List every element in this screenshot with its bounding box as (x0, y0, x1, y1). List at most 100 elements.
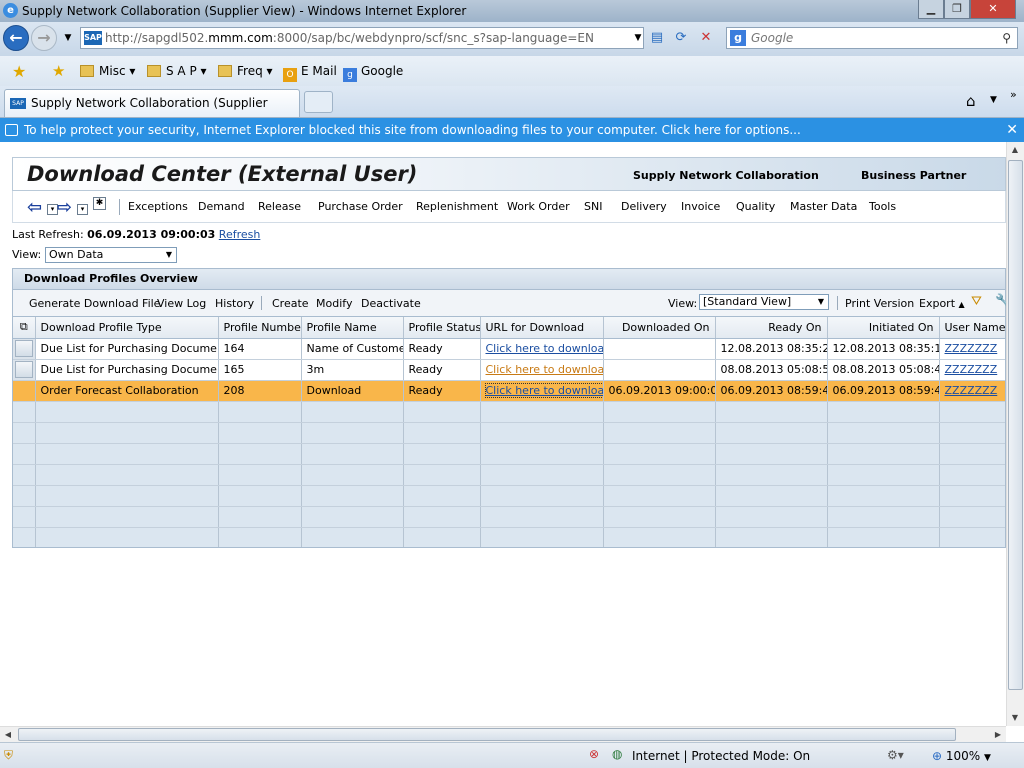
scroll-up-icon[interactable]: ▲ (1007, 142, 1023, 158)
security-shield-icon[interactable]: ⛨ (4, 748, 13, 763)
column-header[interactable]: User Name (939, 317, 1005, 339)
column-header[interactable]: Downloaded On (603, 317, 716, 339)
table-row[interactable]: Due List for Purchasing Documents 165 3m… (13, 359, 1005, 381)
modify-button[interactable]: Modify (316, 297, 352, 310)
column-header[interactable]: Initiated On (827, 317, 940, 339)
horizontal-scrollbar[interactable]: ◀ ▶ (0, 726, 1006, 742)
menu-invoice[interactable]: Invoice (681, 200, 720, 213)
select-all-icon[interactable]: ⧉ (13, 317, 36, 339)
scroll-left-icon[interactable]: ◀ (0, 727, 16, 743)
triangle-up-icon: ▲ (958, 300, 965, 309)
deactivate-button[interactable]: Deactivate (361, 297, 421, 310)
zoom-level[interactable]: ⊕ 100% ▼ (932, 749, 991, 763)
back-button[interactable]: ← (3, 25, 29, 51)
header-link-snc[interactable]: Supply Network Collaboration (633, 169, 819, 182)
empty-row (13, 422, 1005, 444)
more-tools-chevron-icon[interactable]: » (1010, 88, 1017, 101)
security-zone-text[interactable]: Internet | Protected Mode: On (632, 749, 810, 763)
minimize-button[interactable]: ▁ (918, 0, 944, 19)
address-dropdown[interactable]: ▼ (628, 29, 648, 47)
menu-master-data[interactable]: Master Data (790, 200, 857, 213)
view-select[interactable]: Own Data ▼ (45, 247, 177, 263)
export-button[interactable]: Export ▲ (919, 297, 965, 310)
favorite-folder-sap[interactable]: S A P ▾ (147, 64, 207, 78)
column-header[interactable]: Profile Number (218, 317, 302, 339)
new-tab-button[interactable] (304, 91, 333, 113)
header-link-business-partner[interactable]: Business Partner (861, 169, 966, 182)
table-row[interactable]: Due List for Purchasing Documents 164 Na… (13, 338, 1005, 360)
page-tools-icon[interactable]: ⚙▾ (887, 748, 904, 762)
scroll-right-icon[interactable]: ▶ (990, 727, 1006, 743)
download-link[interactable]: Click here to download (486, 342, 603, 355)
column-header[interactable]: Profile Name (301, 317, 404, 339)
search-icon[interactable]: ⚲ (1002, 28, 1011, 48)
favorites-add-icon[interactable]: ✱ (93, 197, 106, 210)
globe-icon: ◍ (612, 747, 623, 761)
menu-delivery[interactable]: Delivery (621, 200, 667, 213)
add-favorite-icon[interactable]: ★ (52, 62, 65, 80)
view-select-value: Own Data (49, 248, 104, 261)
empty-row (13, 506, 1005, 528)
favorites-star-icon[interactable]: ★ (12, 62, 26, 81)
menu-work-order[interactable]: Work Order (507, 200, 570, 213)
refresh-link[interactable]: Refresh (219, 228, 261, 241)
recent-pages-dropdown[interactable]: ▼ (58, 29, 78, 47)
stop-icon[interactable]: ✕ (696, 29, 716, 47)
column-header[interactable]: Ready On (715, 317, 828, 339)
nav-forward-arrow-icon[interactable]: ⇨ (57, 197, 72, 218)
user-link[interactable]: ZZZZZZZ (945, 363, 998, 376)
browser-tab-active[interactable]: SAP Supply Network Collaboration (Suppli… (4, 89, 300, 136)
home-icon[interactable]: ⌂ (966, 92, 976, 110)
close-window-button[interactable]: ✕ (970, 0, 1016, 19)
menu-demand[interactable]: Demand (198, 200, 245, 213)
vertical-scroll-thumb[interactable] (1008, 160, 1023, 690)
menu-replenishment[interactable]: Replenishment (416, 200, 498, 213)
menu-sni[interactable]: SNI (584, 200, 602, 213)
print-version-button[interactable]: Print Version (845, 297, 914, 310)
menu-tools[interactable]: Tools (869, 200, 896, 213)
column-header[interactable]: URL for Download (480, 317, 604, 339)
history-button[interactable]: History (215, 297, 254, 310)
column-header[interactable]: Profile Status (403, 317, 481, 339)
download-link[interactable]: Click here to download (486, 363, 603, 376)
blocked-download-icon[interactable]: ⊗ (589, 747, 599, 761)
user-link[interactable]: ZZZZZZZ (945, 384, 998, 397)
maximize-button[interactable]: ❐ (944, 0, 970, 19)
horizontal-scroll-thumb[interactable] (18, 728, 956, 741)
cell-ready-on: 06.09.2013 08:59:41 (715, 380, 828, 402)
row-selector[interactable] (13, 380, 36, 402)
security-info-bar[interactable]: To help protect your security, Internet … (0, 118, 1024, 142)
menu-exceptions[interactable]: Exceptions (128, 200, 188, 213)
user-link[interactable]: ZZZZZZZ (945, 342, 998, 355)
nav-back-arrow-icon[interactable]: ⇦ (27, 197, 42, 218)
search-input[interactable]: g Google ⚲ (726, 27, 1018, 49)
menu-release[interactable]: Release (258, 200, 301, 213)
row-selector[interactable] (13, 359, 36, 381)
scroll-down-icon[interactable]: ▼ (1007, 710, 1023, 726)
chevron-down-icon: ▼ (165, 250, 173, 259)
vertical-scrollbar[interactable]: ▲ ▼ (1006, 142, 1024, 726)
download-link[interactable]: Click here to download (484, 383, 602, 398)
refresh-icon[interactable]: ⟳ (671, 29, 691, 47)
filter-icon[interactable]: ⛛ (971, 294, 982, 309)
row-selector[interactable] (13, 338, 36, 360)
home-dropdown[interactable]: ▼ (990, 95, 997, 105)
history-forward-icon[interactable]: ▾ (77, 204, 88, 215)
column-header[interactable]: Download Profile Type (35, 317, 219, 339)
favorite-google[interactable]: g Google (343, 64, 403, 82)
generate-download-file-button[interactable]: Generate Download File (29, 297, 160, 310)
favorite-folder-misc[interactable]: Misc ▾ (80, 64, 135, 78)
address-bar[interactable]: SAP http://sapgdl502.mmm.com:8000/sap/bc… (80, 27, 644, 49)
menu-purchase-order[interactable]: Purchase Order (318, 200, 403, 213)
menu-quality[interactable]: Quality (736, 200, 775, 213)
close-icon[interactable]: ✕ (1006, 118, 1018, 142)
table-row-selected[interactable]: Order Forecast Collaboration 208 Downloa… (13, 380, 1005, 402)
compatibility-view-icon[interactable]: ▤ (647, 29, 667, 47)
favorite-folder-freq[interactable]: Freq ▾ (218, 64, 273, 78)
info-bar-text: To help protect your security, Internet … (24, 123, 801, 137)
view-log-button[interactable]: View Log (157, 297, 206, 310)
table-view-select[interactable]: [Standard View] ▼ (699, 294, 829, 310)
forward-button[interactable]: → (31, 25, 57, 51)
create-button[interactable]: Create (272, 297, 309, 310)
favorite-email[interactable]: O E Mail (283, 64, 337, 82)
